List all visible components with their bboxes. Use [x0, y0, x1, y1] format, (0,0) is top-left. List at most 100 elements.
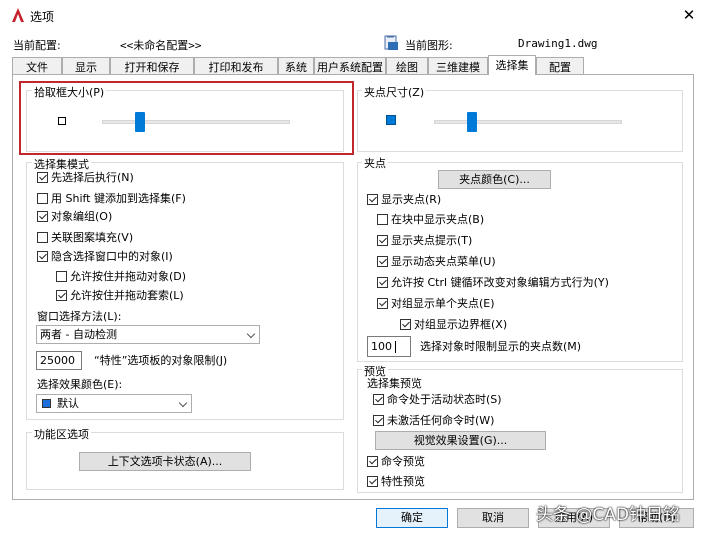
checkbox[interactable] [377, 297, 388, 309]
ok-button[interactable]: 确定 [376, 508, 448, 528]
option-label: 显示夹点(R) [381, 193, 442, 206]
checkbox[interactable] [377, 276, 388, 288]
option-label: 隐含选择窗口中的对象(I) [51, 250, 173, 263]
window-method-value: 两者 - 自动检测 [40, 328, 117, 341]
option-label: 允许按住并拖动对象(D) [70, 270, 187, 283]
watermark: 头条 @CAD钟日铭 [536, 505, 680, 525]
ribbon-options-label: 功能区选项 [32, 426, 91, 442]
option-label: 未激活任何命令时(W) [387, 414, 495, 427]
tab-drafting[interactable]: 绘图 [386, 57, 428, 74]
window-title: 选项 [30, 10, 55, 24]
grip-preview-icon [386, 115, 396, 125]
checkbox[interactable] [56, 289, 67, 301]
profile-value: <<未命名配置>> [120, 39, 202, 52]
grip-size-slider-thumb[interactable] [466, 112, 477, 132]
tab-system[interactable]: 系统 [278, 57, 314, 74]
cancel-button[interactable]: 取消 [457, 508, 529, 528]
checkbox[interactable] [373, 393, 384, 405]
tab-user-preferences[interactable]: 用户系统配置 [314, 57, 386, 74]
option-label: 允许按住并拖动套索(L) [70, 289, 184, 302]
visual-effect-settings-button[interactable]: 视觉效果设置(G)... [375, 431, 546, 450]
autocad-logo-icon [12, 8, 24, 22]
option-grip-tips[interactable]: 显示夹点提示(T) [377, 232, 472, 248]
text-cursor-icon [395, 341, 396, 353]
checkbox[interactable] [37, 250, 48, 262]
effect-color-value: 默认 [57, 397, 79, 410]
contextual-tab-states-button[interactable]: 上下文选项卡状态(A)... [79, 452, 251, 471]
close-icon[interactable]: ✕ [680, 6, 698, 24]
checkbox[interactable] [37, 231, 48, 243]
option-label: 关联图案填充(V) [51, 231, 134, 244]
grip-size-label: 夹点尺寸(Z) [362, 84, 427, 100]
option-preview-active-command[interactable]: 命令处于活动状态时(S) [373, 391, 502, 407]
option-label: 先选择后执行(N) [51, 171, 134, 184]
option-label: 对象编组(O) [51, 210, 113, 223]
chevron-down-icon [246, 329, 256, 339]
option-single-grip-groups[interactable]: 对组显示单个夹点(E) [377, 295, 495, 311]
checkbox[interactable] [367, 475, 378, 487]
selection-preview-label: 选择集预览 [367, 377, 422, 390]
option-implied-windowing[interactable]: 隐含选择窗口中的对象(I) [37, 248, 173, 264]
tab-selection[interactable]: 选择集 [488, 55, 536, 75]
profile-label: 当前配置: [13, 39, 61, 52]
option-object-grouping[interactable]: 对象编组(O) [37, 208, 112, 224]
option-command-preview[interactable]: 命令预览 [367, 453, 425, 469]
checkbox[interactable] [377, 213, 388, 225]
option-preview-no-command[interactable]: 未激活任何命令时(W) [373, 412, 494, 428]
object-limit-input[interactable]: 25000 [36, 351, 82, 370]
tab-profiles[interactable]: 配置 [536, 57, 584, 74]
option-shift-add[interactable]: 用 Shift 键添加到选择集(F) [37, 190, 186, 206]
checkbox[interactable] [37, 210, 48, 222]
grip-limit-value: 100 [371, 340, 392, 353]
highlight-frame [19, 81, 354, 155]
tab-strip: 文件 显示 打开和保存 打印和发布 系统 用户系统配置 绘图 三维建模 选择集 … [12, 55, 694, 75]
option-label: 允许按 Ctrl 键循环改变对象编辑方式行为(Y) [391, 276, 609, 289]
tab-open-save[interactable]: 打开和保存 [110, 57, 194, 74]
grip-colors-button[interactable]: 夹点颜色(C)... [438, 170, 551, 189]
option-label: 对组显示单个夹点(E) [391, 297, 495, 310]
object-limit-label: “特性”选项板的对象限制(J) [94, 354, 228, 367]
option-label: 对组显示边界框(X) [414, 318, 508, 331]
option-property-preview[interactable]: 特性预览 [367, 473, 425, 489]
tab-files[interactable]: 文件 [12, 57, 62, 74]
option-label: 显示夹点提示(T) [391, 234, 473, 247]
option-label: 特性预览 [381, 475, 425, 488]
option-label: 命令预览 [381, 455, 425, 468]
option-press-drag-lasso[interactable]: 允许按住并拖动套索(L) [56, 287, 184, 303]
chevron-down-icon [178, 398, 188, 408]
color-swatch-icon [42, 399, 51, 408]
checkbox[interactable] [367, 455, 378, 467]
checkbox[interactable] [400, 318, 411, 330]
tab-3d-modeling[interactable]: 三维建模 [428, 57, 488, 74]
grips-label: 夹点 [362, 155, 388, 171]
effect-color-label: 选择效果颜色(E): [37, 378, 123, 391]
grip-limit-input[interactable]: 100 [367, 336, 411, 357]
option-group-bounding-box[interactable]: 对组显示边界框(X) [400, 316, 507, 332]
window-method-label: 窗口选择方法(L): [37, 310, 122, 323]
option-associative-hatch[interactable]: 关联图案填充(V) [37, 229, 133, 245]
checkbox[interactable] [37, 192, 48, 204]
option-label: 用 Shift 键添加到选择集(F) [51, 192, 186, 205]
option-press-drag-object[interactable]: 允许按住并拖动对象(D) [56, 268, 186, 284]
option-dynamic-grip-menu[interactable]: 显示动态夹点菜单(U) [377, 253, 496, 269]
effect-color-select[interactable]: 默认 [36, 394, 192, 413]
checkbox[interactable] [367, 193, 378, 205]
tab-plot-publish[interactable]: 打印和发布 [194, 57, 278, 74]
option-noun-verb[interactable]: 先选择后执行(N) [37, 169, 134, 185]
tab-display[interactable]: 显示 [62, 57, 110, 74]
checkbox[interactable] [37, 171, 48, 183]
checkbox[interactable] [56, 270, 67, 282]
window-method-select[interactable]: 两者 - 自动检测 [36, 325, 260, 344]
option-grips-in-blocks[interactable]: 在块中显示夹点(B) [377, 211, 484, 227]
drawing-label: 当前图形: [405, 39, 453, 52]
option-ctrl-cycling[interactable]: 允许按 Ctrl 键循环改变对象编辑方式行为(Y) [377, 274, 609, 290]
option-show-grips[interactable]: 显示夹点(R) [367, 191, 441, 207]
checkbox[interactable] [377, 255, 388, 267]
checkbox[interactable] [377, 234, 388, 246]
drawing-file-icon [384, 35, 398, 50]
grip-size-slider[interactable] [434, 120, 622, 124]
option-label: 命令处于活动状态时(S) [387, 393, 502, 406]
checkbox[interactable] [373, 414, 384, 426]
title-bar [0, 0, 706, 30]
option-label: 显示动态夹点菜单(U) [391, 255, 496, 268]
